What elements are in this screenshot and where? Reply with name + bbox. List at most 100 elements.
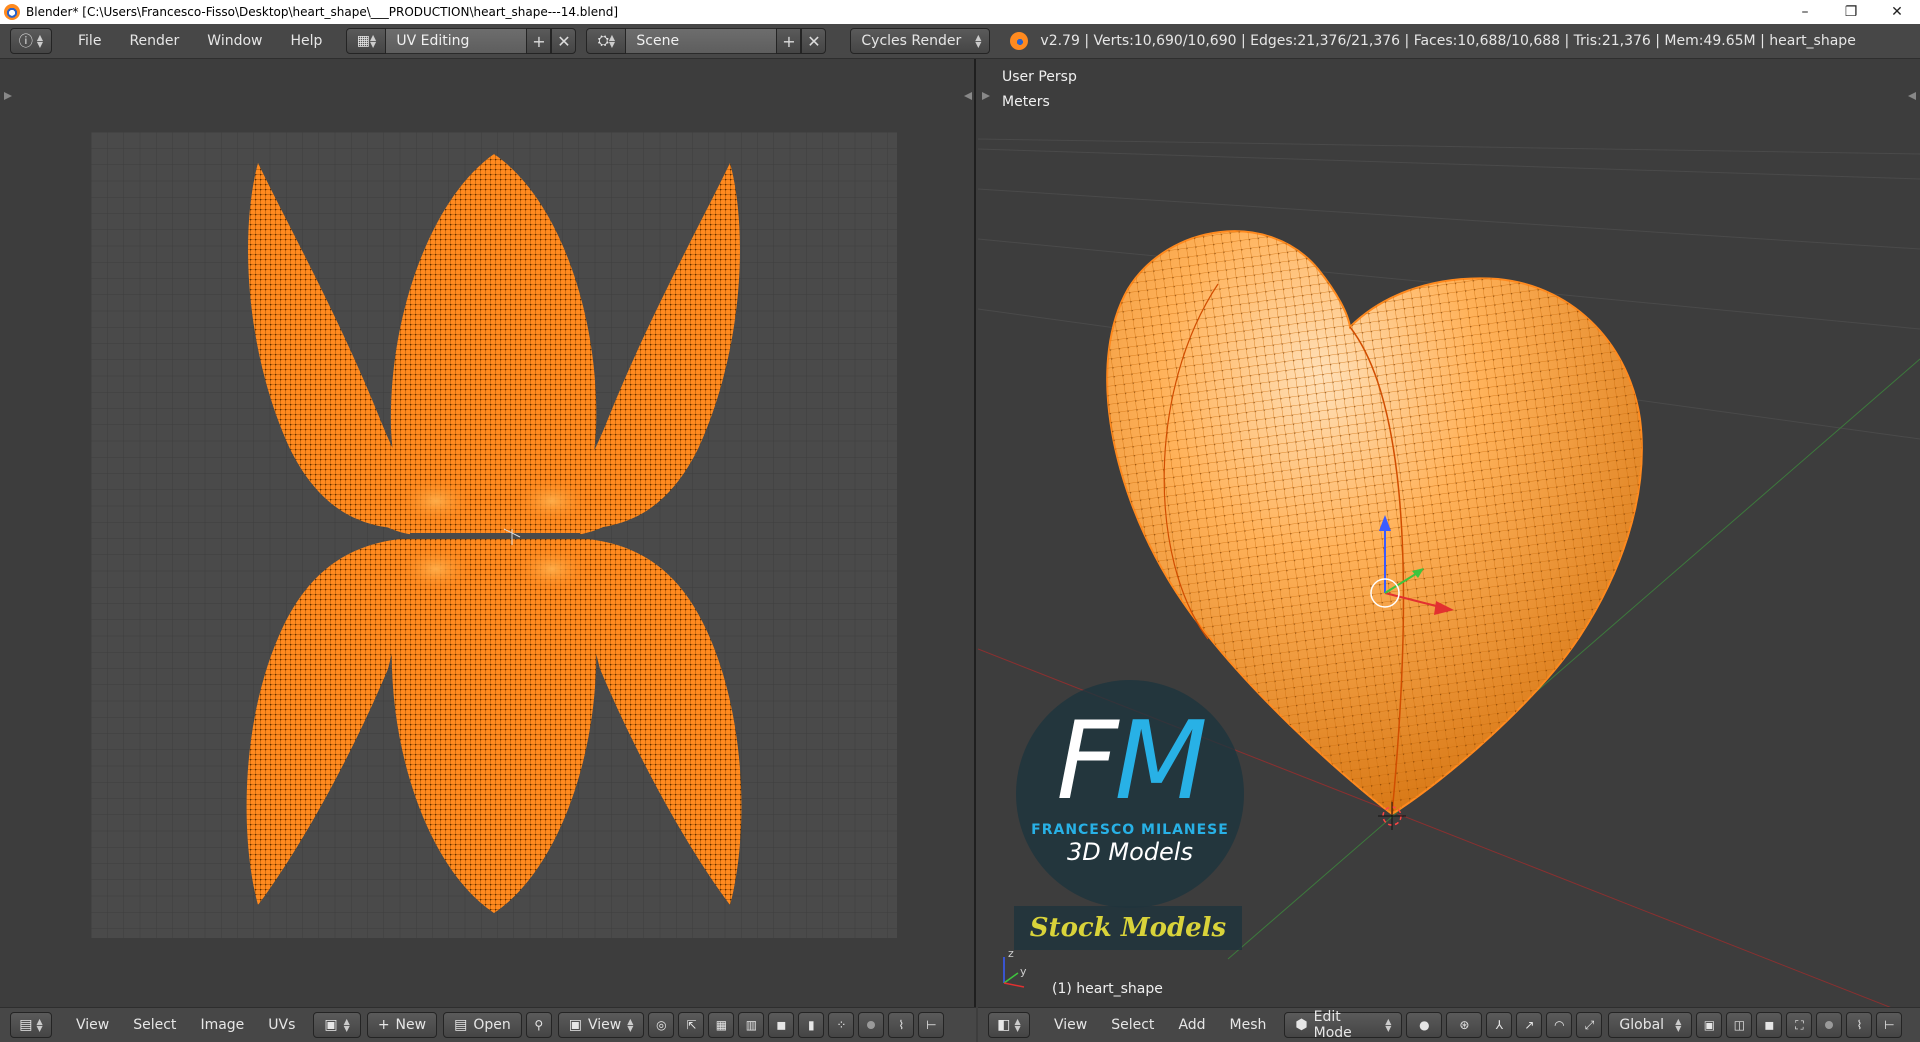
area-split-widget-icon[interactable] (964, 92, 972, 100)
menu-window[interactable]: Window (193, 33, 276, 49)
updown-arrows-icon: ▲ ▼ (369, 33, 377, 49)
scale-manipulator-icon[interactable]: ⤢ (1576, 1012, 1603, 1038)
info-icon: ⓘ (18, 34, 33, 50)
rotate-manipulator-icon[interactable]: ◠ (1546, 1012, 1573, 1038)
3d-view-editor-type-button[interactable]: ◧ ▲ ▼ (988, 1012, 1030, 1038)
uv-canvas[interactable] (0, 59, 976, 1007)
pivot-point-icon[interactable]: ⊛ (1446, 1012, 1483, 1038)
plus-icon: + (377, 1017, 390, 1033)
face-select-mode-icon[interactable]: ◼ (1756, 1012, 1783, 1038)
updown-arrows-icon: ▲ ▼ (608, 33, 616, 49)
interaction-mode-dropdown[interactable]: ⬢ Edit Mode ▲ ▼ (1284, 1009, 1403, 1041)
vertex-select-icon[interactable]: ▦ (708, 1012, 735, 1038)
snap-icon[interactable]: ⌇ (888, 1012, 915, 1038)
updown-arrows-icon: ▲ ▼ (975, 33, 982, 49)
uv-seam-gap (410, 533, 580, 539)
open-image-label: Open (473, 1017, 511, 1033)
uv-dense-area-right-bottom (516, 547, 588, 591)
window-title: Blender* [C:\Users\Francesco-Fisso\Deskt… (26, 5, 619, 19)
info-editor-type-button[interactable]: ⓘ ▲ ▼ (10, 28, 52, 54)
folder-icon: ▤ (454, 1017, 468, 1033)
image-browse-button[interactable]: ▣ ▲ ▼ (313, 1012, 361, 1038)
stock-models-badge: Stock Models (1014, 906, 1242, 950)
transform-orientation-dropdown[interactable]: Global ▲ ▼ (1608, 1012, 1693, 1038)
edge-select-icon[interactable]: ▥ (738, 1012, 765, 1038)
translate-manipulator-icon[interactable]: ↗ (1516, 1012, 1543, 1038)
fm-watermark-logo: FM FRANCESCO MILANESE 3D Models (1016, 680, 1244, 908)
layout-name-field[interactable]: UV Editing (386, 28, 527, 54)
uv-editor-header: ▤ ▲ ▼ View Select Image UVs ▣ ▲ ▼ + New ▤ Ope… (0, 1007, 976, 1042)
face-select-icon[interactable]: ◼ (768, 1012, 795, 1038)
uv-editor-type-button[interactable]: ▤ ▲ ▼ (10, 1012, 52, 1038)
uv-image-editor[interactable] (0, 59, 976, 1007)
vertex-select-mode-icon[interactable]: ▣ (1696, 1012, 1723, 1038)
watermark-initial-f: F (1056, 699, 1118, 824)
uv-dense-area-left-bottom (400, 547, 472, 591)
area-split-widget-icon[interactable] (4, 92, 12, 100)
uv-dense-area-right-top (516, 479, 588, 523)
pivot-icon[interactable]: ◎ (648, 1012, 675, 1038)
sticky-mode-icon[interactable]: ⁘ (828, 1012, 855, 1038)
menu-file[interactable]: File (64, 33, 115, 49)
screen-layout-selector: ▦ ▲ ▼ UV Editing + ✕ (346, 28, 577, 54)
new-image-button[interactable]: + New (366, 1012, 438, 1038)
add-scene-button[interactable]: + (776, 28, 802, 54)
viewport-shading-icon[interactable]: ● (1406, 1012, 1443, 1038)
transform-orientation-label: Global (1619, 1017, 1665, 1033)
scene-selector: ⛭ ▲ ▼ Scene + ✕ (586, 28, 827, 54)
menu-help[interactable]: Help (276, 33, 336, 49)
island-select-icon[interactable]: ▮ (798, 1012, 825, 1038)
add-layout-button[interactable]: + (526, 28, 552, 54)
edge-select-mode-icon[interactable]: ◫ (1726, 1012, 1753, 1038)
updown-arrows-icon: ▲ ▼ (36, 33, 44, 49)
menu-mesh[interactable]: Mesh (1218, 1017, 1279, 1033)
menu-render[interactable]: Render (115, 33, 193, 49)
layout-browse-button[interactable]: ▦ ▲ ▼ (346, 28, 387, 54)
area-split-widget-icon[interactable] (1908, 92, 1916, 100)
blender-app-icon (4, 4, 20, 20)
occlude-geometry-icon[interactable]: ⛶ (1786, 1012, 1813, 1038)
menu-view[interactable]: View (64, 1017, 121, 1033)
updown-arrows-icon: ▲ ▼ (36, 1017, 43, 1033)
3d-view-icon: ◧ (997, 1017, 1011, 1033)
area-split-widget-icon[interactable] (982, 92, 990, 100)
image-icon: ▣ (324, 1017, 338, 1033)
menu-uvs[interactable]: UVs (256, 1017, 307, 1033)
minimize-button[interactable]: – (1782, 0, 1828, 24)
pin-icon[interactable]: ⚲ (525, 1012, 552, 1038)
manipulator-toggle-icon[interactable]: ⅄ (1486, 1012, 1513, 1038)
3d-view-menu: View Select Add Mesh (1042, 1017, 1278, 1033)
menu-view[interactable]: View (1042, 1017, 1099, 1033)
remove-layout-button[interactable]: ✕ (551, 28, 577, 54)
uv-view-dropdown[interactable]: ▣ View ▲ ▼ (557, 1012, 645, 1038)
image-editor-icon: ▤ (19, 1017, 33, 1033)
uv-editor-menu: View Select Image UVs (64, 1017, 307, 1033)
menu-add[interactable]: Add (1166, 1017, 1217, 1033)
scene-statistics: v2.79 | Verts:10,690/10,690 | Edges:21,3… (1040, 33, 1856, 49)
uv-view-label: View (587, 1017, 622, 1033)
snap-toggle-icon[interactable]: ⌇ (1846, 1012, 1873, 1038)
snap-element-icon[interactable]: ⊢ (1876, 1012, 1903, 1038)
proportional-editing-icon[interactable] (1816, 1012, 1843, 1038)
scene-name-field[interactable]: Scene (626, 28, 777, 54)
scene-icon: ⛭ (597, 33, 609, 49)
updown-arrows-icon: ▲ ▼ (627, 1017, 634, 1033)
sync-selection-icon[interactable]: ⇱ (678, 1012, 705, 1038)
restore-button[interactable]: ❐ (1828, 0, 1874, 24)
remove-scene-button[interactable]: ✕ (801, 28, 827, 54)
updown-arrows-icon: ▲ ▼ (343, 1017, 350, 1033)
updown-arrows-icon: ▲ ▼ (1675, 1017, 1682, 1033)
window-titlebar: Blender* [C:\Users\Francesco-Fisso\Deskt… (0, 0, 1920, 24)
render-engine-dropdown[interactable]: Cycles Render ▲ ▼ (850, 28, 991, 54)
watermark-initials: FM (1016, 708, 1244, 816)
open-image-button[interactable]: ▤ Open (443, 1012, 522, 1038)
info-header: ⓘ ▲ ▼ File Render Window Help ▦ ▲ ▼ UV Edi… (0, 24, 1920, 59)
close-button[interactable]: ✕ (1874, 0, 1920, 24)
scene-browse-button[interactable]: ⛭ ▲ ▼ (586, 28, 627, 54)
menu-image[interactable]: Image (188, 1017, 256, 1033)
menu-select[interactable]: Select (1099, 1017, 1166, 1033)
snap-target-icon[interactable]: ⊢ (918, 1012, 945, 1038)
proportional-edit-icon[interactable] (858, 1012, 885, 1038)
watermark-author-name: FRANCESCO MILANESE (1031, 822, 1229, 838)
menu-select[interactable]: Select (121, 1017, 188, 1033)
